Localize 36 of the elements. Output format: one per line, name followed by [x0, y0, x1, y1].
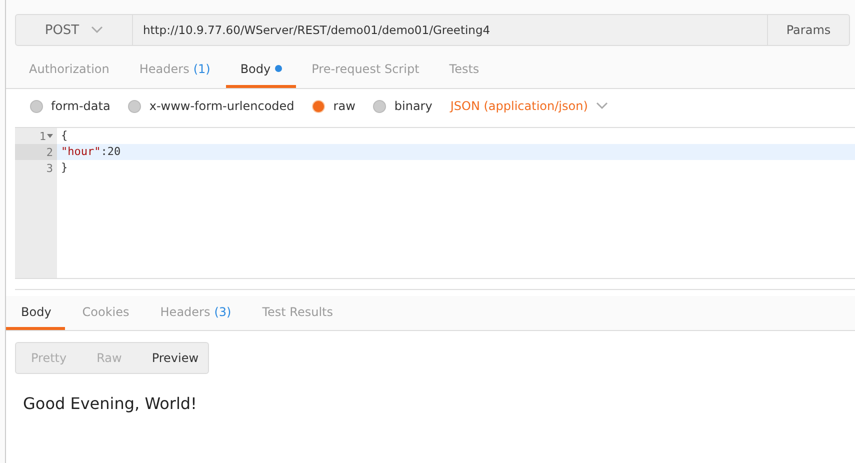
radio-label: x-www-form-urlencoded	[149, 99, 294, 113]
response-tab[interactable]: Cookies	[67, 296, 144, 330]
line-number: 1	[15, 128, 57, 144]
url-field[interactable]: http://10.9.77.60/WServer/REST/demo01/demo01/Greeting4	[133, 15, 767, 45]
radio-button[interactable]	[30, 100, 43, 112]
response-tab[interactable]: Test Results	[247, 296, 348, 330]
tab-count: (1)	[193, 62, 210, 76]
request-tab[interactable]: Headers (1)	[125, 52, 224, 88]
response-tab[interactable]: Body	[6, 296, 66, 330]
view-mode-button[interactable]: Raw	[82, 343, 137, 373]
content-type-dropdown[interactable]: JSON (application/json)	[450, 99, 608, 113]
code-line: {	[60, 128, 69, 144]
radio-label: form-data	[51, 99, 110, 113]
tab-count: (3)	[214, 304, 232, 318]
line-number: 2	[15, 144, 57, 160]
code-editor[interactable]: 1 { 2 "hour":20 3 }	[15, 127, 855, 279]
view-mode-button[interactable]: Pretty	[16, 343, 82, 373]
chevron-down-icon	[91, 26, 104, 34]
request-tab[interactable]: Tests	[435, 52, 494, 88]
preview-text: Good Evening, World!	[22, 393, 198, 413]
radio-button[interactable]	[312, 100, 326, 112]
chevron-down-icon	[596, 102, 608, 110]
method-dropdown[interactable]: POST	[16, 15, 133, 45]
params-button[interactable]: Params	[767, 15, 849, 45]
request-tab[interactable]: Pre-request Script	[298, 52, 434, 88]
line-number: 3	[15, 160, 57, 176]
radio-label: raw	[333, 99, 356, 113]
request-tab[interactable]: Authorization	[15, 52, 124, 88]
view-mode-button[interactable]: Preview	[136, 343, 214, 373]
request-tab[interactable]: Body	[226, 52, 296, 88]
code-line: }	[60, 160, 69, 176]
response-tab[interactable]: Headers (3)	[145, 296, 246, 330]
radio-label: binary	[394, 99, 432, 113]
radio-button[interactable]	[373, 100, 386, 112]
radio-button[interactable]	[128, 100, 142, 112]
fold-arrow-icon[interactable]	[47, 134, 53, 138]
